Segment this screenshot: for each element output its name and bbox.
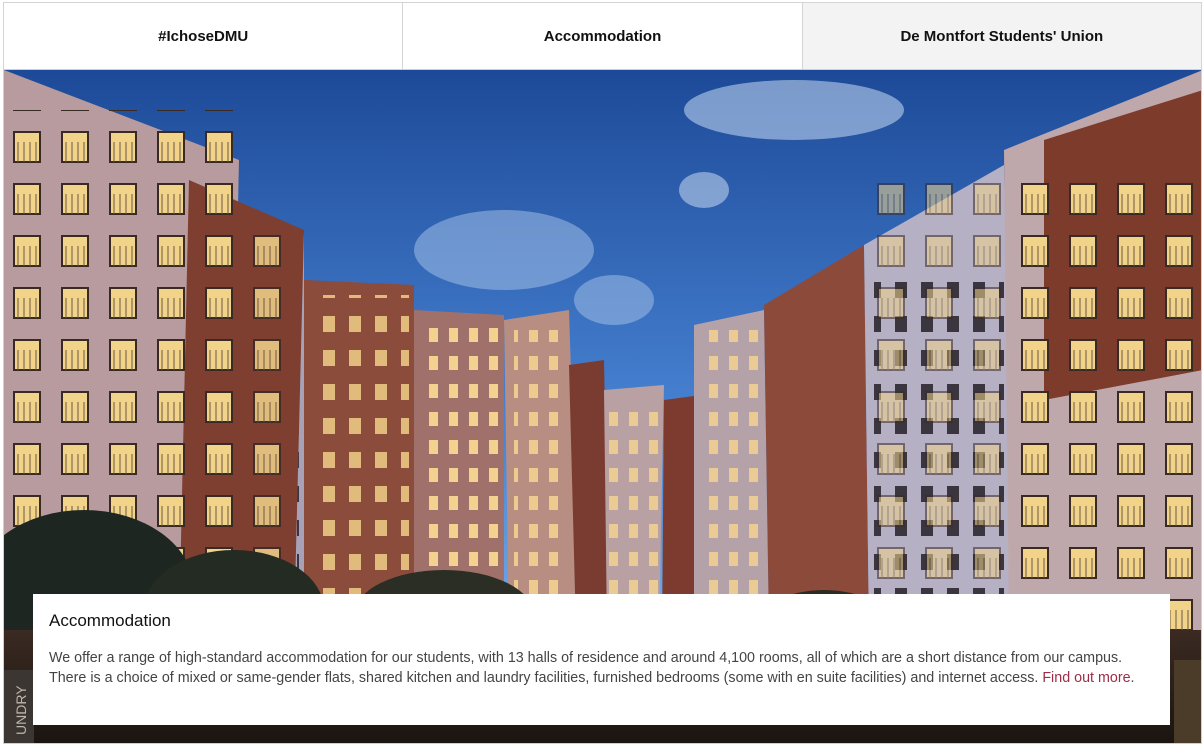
caption-text: We offer a range of high-standard accomm… (49, 650, 1123, 686)
tab-ichosedmu[interactable]: #IchoseDMU (3, 2, 403, 69)
tab-bar: #IchoseDMU Accommodation De Montfort Stu… (3, 2, 1202, 69)
find-out-more-link[interactable]: Find out more (1042, 670, 1130, 686)
caption-trailing: . (1130, 670, 1135, 686)
tab-accommodation[interactable]: Accommodation (402, 2, 802, 69)
accommodation-caption: Accommodation We offer a range of high-s… (33, 594, 1170, 725)
laundry-sign: UNDRY (13, 685, 29, 735)
caption-body: We offer a range of high-standard accomm… (49, 648, 1154, 688)
tab-students-union[interactable]: De Montfort Students' Union (801, 2, 1202, 69)
caption-title: Accommodation (49, 611, 171, 630)
